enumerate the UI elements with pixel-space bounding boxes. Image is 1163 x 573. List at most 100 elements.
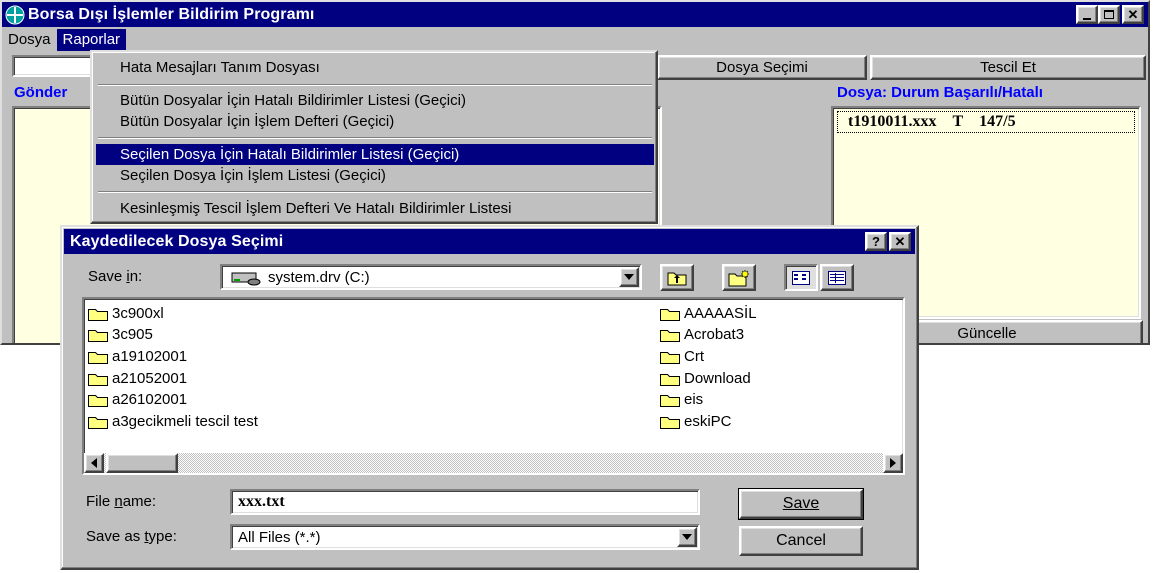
- save-as-type-dropdown-button[interactable]: [677, 527, 697, 547]
- menu-separator: [98, 191, 652, 193]
- arrow-right-icon: [890, 458, 896, 468]
- save-as-type-label: Save as type:: [86, 528, 177, 545]
- up-one-level-button[interactable]: [660, 264, 694, 291]
- minimize-button[interactable]: [1076, 5, 1098, 24]
- folder-name: Acrobat3: [684, 326, 745, 343]
- dosya-durum-label: Dosya: Durum Başarılı/Hatalı: [837, 84, 1043, 101]
- folder-item[interactable]: Download: [660, 368, 751, 389]
- menu-item-secilen-islem-listesi[interactable]: Seçilen Dosya İçin İşlem Listesi (Geçici…: [96, 165, 654, 186]
- save-in-combo[interactable]: system.drv (C:): [220, 264, 642, 290]
- folder-name: a19102001: [112, 348, 188, 365]
- folder-name: Crt: [684, 348, 704, 365]
- dialog-titlebar[interactable]: Kaydedilecek Dosya Seçimi ? ✕: [64, 229, 915, 254]
- menu-item-butun-islem-defteri[interactable]: Bütün Dosyalar İçin İşlem Defteri (Geçic…: [96, 111, 654, 132]
- folder-name: eskiPC: [684, 413, 732, 430]
- folder-name: 3c900xl: [112, 305, 164, 322]
- gonder-label: Gönder: [14, 84, 68, 101]
- menu-separator: [98, 137, 652, 139]
- folder-name: a26102001: [112, 391, 188, 408]
- folder-item[interactable]: 3c900xl: [88, 303, 164, 324]
- folder-item[interactable]: Crt: [660, 346, 704, 367]
- folder-icon: [88, 308, 108, 321]
- menu-item-hata-mesajlari[interactable]: Hata Mesajları Tanım Dosyası: [96, 57, 654, 78]
- details-view-button[interactable]: [820, 264, 854, 291]
- file-row-status: T: [952, 113, 964, 130]
- menu-item-secilen-hatali[interactable]: Seçilen Dosya İçin Hatalı Bildirimler Li…: [96, 144, 654, 165]
- close-icon: ✕: [1127, 6, 1139, 22]
- menu-raporlar[interactable]: Raporlar: [56, 29, 127, 51]
- scroll-thumb[interactable]: [106, 453, 178, 473]
- folder-name: a3gecikmeli tescil test: [112, 413, 258, 430]
- file-name-input[interactable]: xxx.txt: [230, 489, 700, 515]
- new-folder-icon: [728, 268, 750, 286]
- raporlar-dropdown: Hata Mesajları Tanım Dosyası Bütün Dosya…: [90, 50, 658, 224]
- menu-item-butun-hatali[interactable]: Bütün Dosyalar İçin Hatalı Bildirimler L…: [96, 90, 654, 111]
- save-in-dropdown-button[interactable]: [619, 267, 639, 287]
- folder-icon: [660, 329, 680, 342]
- folder-icon: [88, 329, 108, 342]
- folder-name: a21052001: [112, 370, 188, 387]
- arrow-left-icon: [91, 458, 97, 468]
- file-name-label: File name:: [86, 493, 157, 510]
- file-row-count: 147/5: [979, 113, 1016, 130]
- file-list[interactable]: 3c900xl 3c905 a19102001 a21052001 a26102…: [82, 297, 905, 475]
- folder-item[interactable]: a21052001: [88, 368, 187, 389]
- folder-name: AAAAASİL: [684, 305, 757, 322]
- folder-name: eis: [684, 391, 704, 408]
- save-in-value: system.drv (C:): [268, 268, 370, 286]
- tescil-et-button[interactable]: Tescil Et: [870, 55, 1146, 80]
- folder-icon: [88, 394, 108, 407]
- folder-icon: [660, 416, 680, 429]
- main-titlebar[interactable]: Borsa Dışı İşlemler Bildirim Programı ✕: [2, 2, 1148, 27]
- dialog-close-button[interactable]: ✕: [889, 232, 911, 251]
- dialog-title: Kaydedilecek Dosya Seçimi: [70, 232, 284, 250]
- folder-item[interactable]: a3gecikmeli tescil test: [88, 411, 258, 432]
- up-folder-icon: [667, 272, 687, 285]
- save-as-type-combo[interactable]: All Files (*.*): [230, 524, 700, 550]
- save-as-type-value: All Files (*.*): [238, 528, 321, 546]
- folder-item[interactable]: a19102001: [88, 346, 187, 367]
- cancel-button[interactable]: Cancel: [739, 526, 863, 556]
- horizontal-scrollbar[interactable]: [84, 453, 903, 473]
- folder-name: 3c905: [112, 326, 153, 343]
- main-window-title: Borsa Dışı İşlemler Bildirim Programı: [28, 5, 315, 23]
- folder-item[interactable]: eskiPC: [660, 411, 732, 432]
- folder-item[interactable]: 3c905: [88, 324, 153, 345]
- save-button[interactable]: Save: [738, 488, 864, 520]
- save-in-label: Save in:: [88, 268, 143, 285]
- folder-icon: [88, 373, 108, 386]
- new-folder-button[interactable]: [722, 264, 756, 291]
- maximize-icon: [1104, 10, 1114, 19]
- menu-item-kesinlesmis-tescil[interactable]: Kesinleşmiş Tescil İşlem Defteri Ve Hata…: [96, 198, 654, 219]
- folder-item[interactable]: a26102001: [88, 389, 187, 410]
- folder-icon: [660, 394, 680, 407]
- drive-icon: [231, 272, 261, 286]
- folder-icon: [660, 308, 680, 321]
- list-view-icon: [792, 270, 810, 285]
- dosya-secimi-button[interactable]: Dosya Seçimi: [657, 55, 867, 80]
- folder-icon: [660, 351, 680, 364]
- help-button[interactable]: ?: [865, 232, 887, 251]
- chevron-down-icon: [682, 534, 692, 540]
- window-controls: ✕: [1076, 5, 1144, 24]
- close-button[interactable]: ✕: [1122, 5, 1144, 24]
- maximize-button[interactable]: [1098, 5, 1120, 24]
- folder-item[interactable]: Acrobat3: [660, 324, 744, 345]
- path-input[interactable]: [12, 55, 97, 77]
- scroll-right-button[interactable]: [883, 453, 903, 473]
- save-button-label: Save: [782, 495, 820, 512]
- folder-item[interactable]: eis: [660, 389, 703, 410]
- close-icon: ✕: [894, 233, 906, 249]
- folder-icon: [88, 351, 108, 364]
- list-view-button[interactable]: [784, 264, 818, 291]
- file-status-row[interactable]: t1910011.xxx T 147/5: [837, 111, 1135, 133]
- menubar: Dosya Raporlar: [2, 28, 1148, 52]
- minimize-icon: [1083, 17, 1091, 20]
- scroll-left-button[interactable]: [84, 453, 104, 473]
- dialog-controls: ? ✕: [865, 232, 911, 251]
- details-view-icon: [828, 270, 846, 285]
- menu-dosya[interactable]: Dosya: [2, 29, 57, 51]
- file-row-name: t1910011.xxx: [848, 113, 937, 130]
- folder-item[interactable]: AAAAASİL: [660, 303, 757, 324]
- menu-separator: [98, 84, 652, 86]
